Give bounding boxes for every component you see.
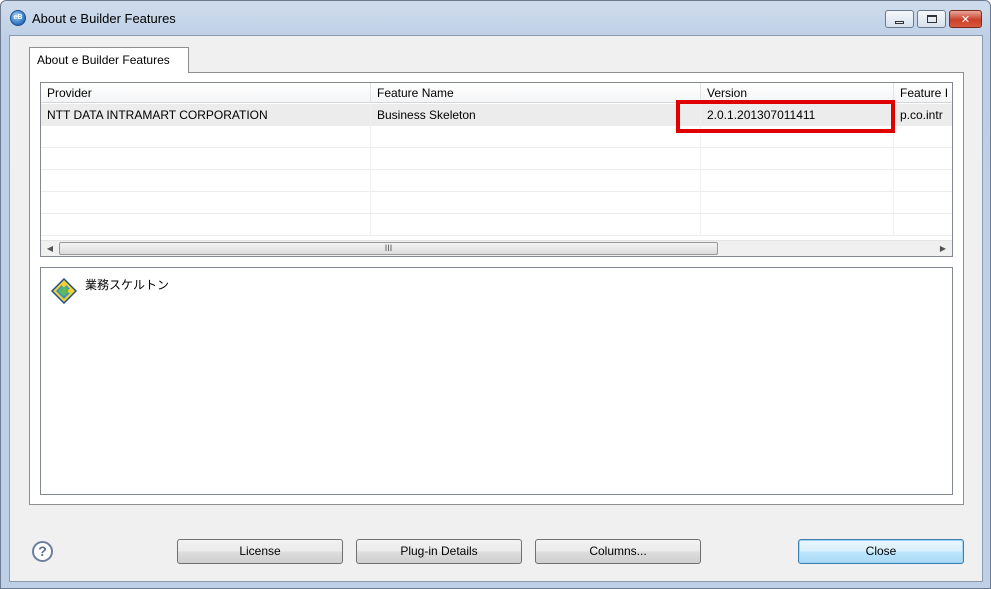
title-bar[interactable]: eB About e Builder Features ✕ bbox=[1, 1, 990, 35]
maximize-icon bbox=[926, 15, 937, 23]
table-row-empty bbox=[41, 170, 952, 192]
cell-feature-id: p.co.intr bbox=[894, 104, 952, 126]
empty-cell bbox=[41, 126, 371, 148]
scroll-left-icon[interactable]: ◀ bbox=[43, 243, 57, 255]
puzzle-piece-icon bbox=[51, 278, 77, 304]
column-header-feature-name[interactable]: Feature Name bbox=[371, 83, 701, 103]
empty-cell bbox=[371, 126, 701, 148]
empty-cell bbox=[701, 192, 894, 214]
column-header-provider[interactable]: Provider bbox=[41, 83, 371, 103]
empty-cell bbox=[41, 148, 371, 170]
empty-cell bbox=[371, 148, 701, 170]
tab-panel: Provider Feature Name Version Feature I … bbox=[29, 72, 964, 505]
empty-cell bbox=[371, 192, 701, 214]
table-row-empty bbox=[41, 214, 952, 236]
about-dialog: eB About e Builder Features ✕ About e Bu… bbox=[0, 0, 991, 589]
plugin-details-button[interactable]: Plug-in Details bbox=[356, 539, 522, 564]
column-header-feature-id[interactable]: Feature I bbox=[894, 83, 952, 103]
feature-description-pane: 業務スケルトン bbox=[40, 267, 953, 495]
table-row-empty bbox=[41, 148, 952, 170]
maximize-button[interactable] bbox=[917, 10, 946, 28]
cell-provider: NTT DATA INTRAMART CORPORATION bbox=[41, 104, 371, 126]
empty-cell bbox=[701, 148, 894, 170]
app-icon: eB bbox=[10, 10, 26, 26]
empty-cell bbox=[41, 170, 371, 192]
help-icon[interactable]: ? bbox=[32, 541, 53, 562]
window-title: About e Builder Features bbox=[32, 11, 176, 26]
empty-cell bbox=[701, 170, 894, 192]
close-button[interactable]: Close bbox=[798, 539, 964, 564]
version-highlight-box bbox=[676, 100, 895, 133]
empty-cell bbox=[701, 214, 894, 236]
scroll-right-icon[interactable]: ▶ bbox=[936, 243, 950, 255]
empty-cell bbox=[371, 214, 701, 236]
feature-description-text: 業務スケルトン bbox=[85, 278, 170, 292]
horizontal-scrollbar[interactable]: ◀ III ▶ bbox=[41, 240, 952, 256]
minimize-icon bbox=[895, 20, 904, 24]
empty-cell bbox=[371, 170, 701, 192]
tab-about-features[interactable]: About e Builder Features bbox=[29, 47, 189, 73]
close-window-button[interactable]: ✕ bbox=[949, 10, 982, 28]
close-icon: ✕ bbox=[960, 13, 971, 26]
empty-cell bbox=[41, 192, 371, 214]
columns-button[interactable]: Columns... bbox=[535, 539, 701, 564]
cell-feature-name: Business Skeleton bbox=[371, 104, 701, 126]
license-button[interactable]: License bbox=[177, 539, 343, 564]
empty-cell bbox=[41, 214, 371, 236]
table-row-empty bbox=[41, 192, 952, 214]
minimize-button[interactable] bbox=[885, 10, 914, 28]
scrollbar-thumb[interactable]: III bbox=[59, 242, 718, 255]
